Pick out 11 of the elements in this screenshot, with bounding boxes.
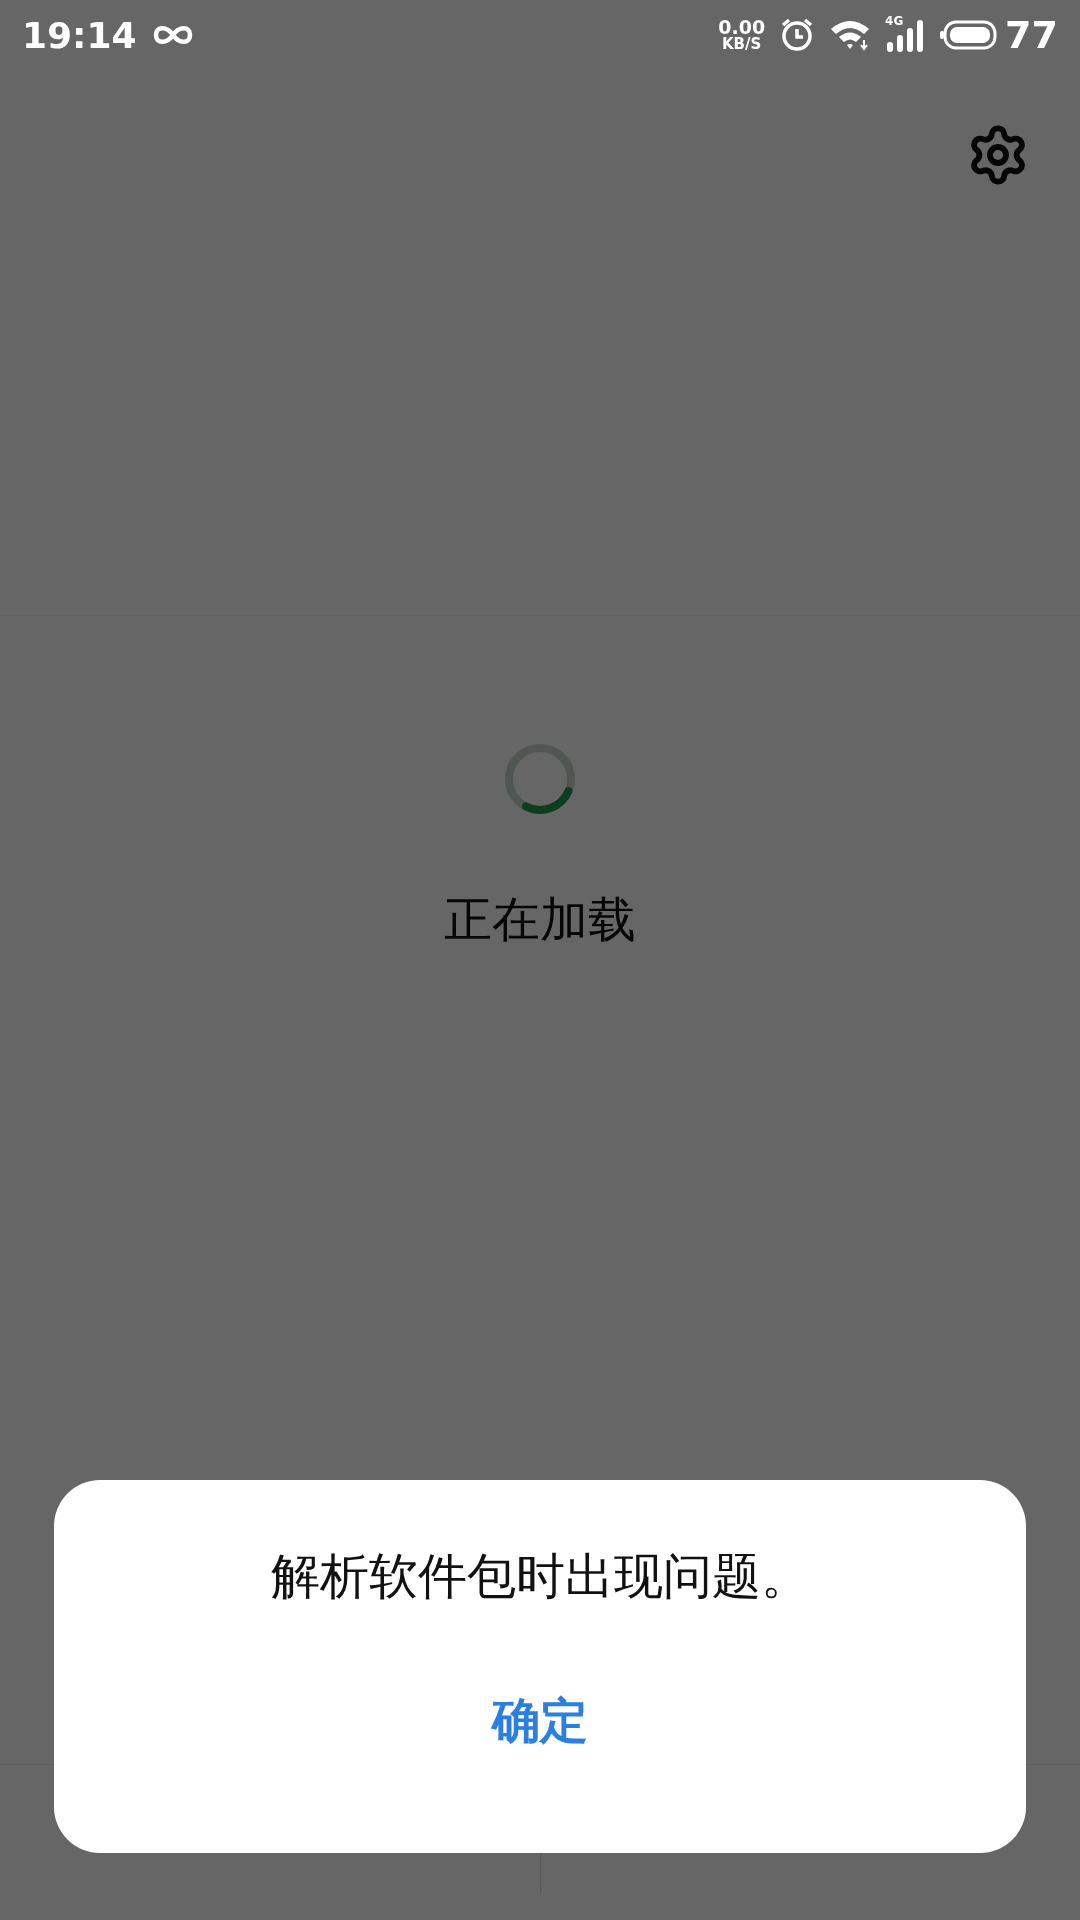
confirm-button[interactable]: 确定 [462, 1678, 618, 1763]
network-type: 4G [885, 14, 904, 28]
spinner-icon [502, 741, 578, 817]
battery-icon [939, 20, 998, 50]
network-speed: 0.00 KB/S [718, 18, 766, 52]
wifi-icon [829, 18, 872, 52]
loading-text: 正在加载 [444, 895, 636, 943]
battery-level: 77 [1005, 13, 1058, 57]
clock-time: 19:14 [22, 14, 137, 56]
dialog-message: 解析软件包时出现问题。 [270, 1548, 810, 1607]
signal-icon [885, 18, 926, 52]
